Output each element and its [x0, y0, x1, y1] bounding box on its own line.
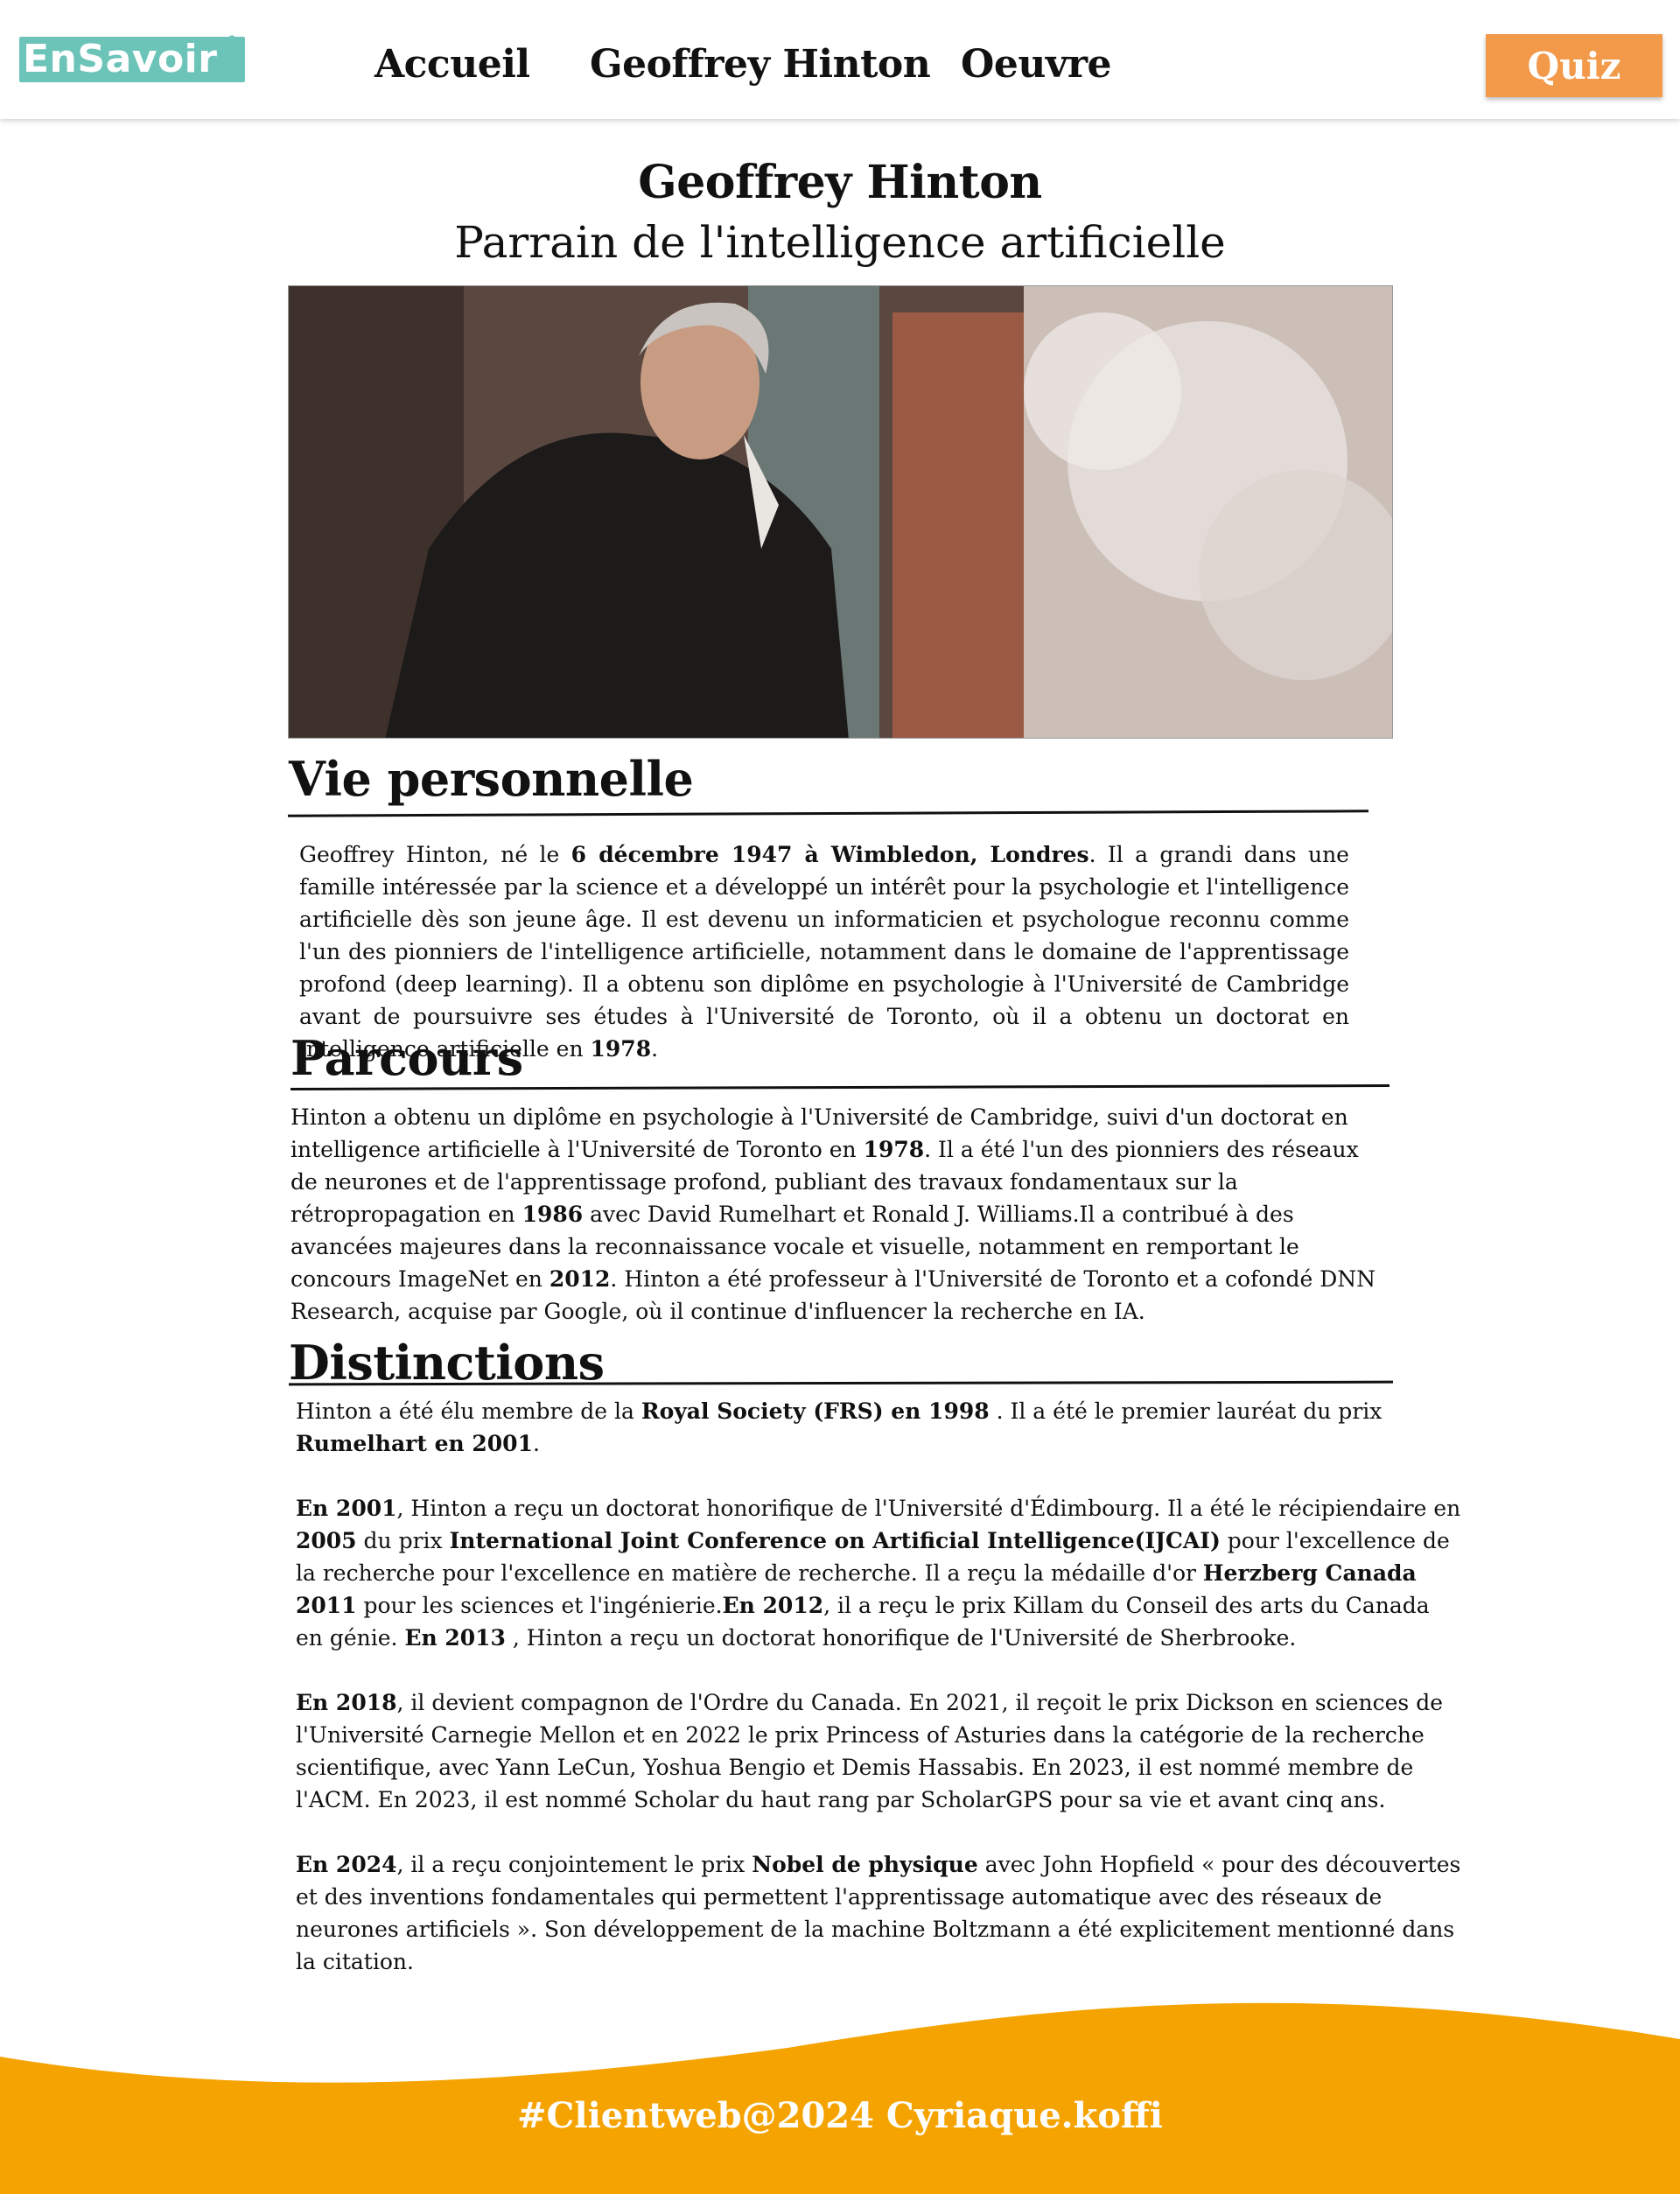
footer-credit: #Clientweb@2024 Cyriaque.koffi — [517, 2095, 1163, 2136]
nav-link-oeuvre[interactable]: Oeuvre — [961, 42, 1112, 87]
emphasized-text: International Joint Conference on Artifi… — [449, 1528, 1221, 1553]
page-subtitle: Parrain de l'intelligence artificielle — [454, 217, 1226, 268]
site-logo[interactable]: EnSavoir + — [19, 25, 248, 82]
logo-text: EnSavoir — [23, 37, 218, 81]
nav-link-accueil[interactable]: Accueil — [374, 42, 530, 87]
distinction-paragraph: En 2024, il a reçu conjointement le prix… — [296, 1848, 1463, 1978]
section-heading-vie-personnelle: Vie personnelle — [289, 751, 694, 807]
distinction-paragraph: En 2001, Hinton a reçu un doctorat honor… — [296, 1492, 1463, 1654]
parcours-text: Hinton a obtenu un diplôme en psychologi… — [290, 1101, 1390, 1328]
text-run: . — [532, 1431, 540, 1456]
text-run: . — [651, 1036, 659, 1062]
distinctions-text: Hinton a été élu membre de la Royal Soci… — [296, 1395, 1463, 2010]
section-divider — [287, 810, 1369, 817]
text-run: . Il a été le premier lauréat du prix — [989, 1398, 1382, 1424]
text-run: pour les sciences et l'ingénierie. — [356, 1593, 723, 1618]
emphasized-text: Nobel de physique — [752, 1852, 978, 1877]
section-heading-parcours: Parcours — [290, 1030, 523, 1086]
emphasized-text: En 2012 — [722, 1593, 824, 1618]
emphasized-text: En 2013 — [404, 1625, 506, 1651]
emphasized-text: 2012 — [549, 1266, 611, 1292]
emphasized-text: 1978 — [590, 1036, 652, 1062]
text-run: Geoffrey Hinton, né le — [299, 842, 571, 867]
logo-plus-icon: + — [215, 25, 248, 69]
distinction-paragraph: Hinton a été élu membre de la Royal Soci… — [296, 1395, 1463, 1460]
text-run: , Hinton a reçu un doctorat honorifique … — [505, 1625, 1297, 1651]
text-run: du prix — [356, 1528, 450, 1553]
nav-link-geoffrey-hinton[interactable]: Geoffrey Hinton — [590, 42, 931, 87]
distinction-paragraph: En 2018, il devient compagnon de l'Ordre… — [296, 1686, 1463, 1816]
emphasized-text: Royal Society (FRS) en 1998 — [640, 1398, 990, 1424]
emphasized-text: En 2024 — [296, 1852, 397, 1877]
emphasized-text: 2005 — [296, 1528, 357, 1553]
emphasized-text: En 2001 — [296, 1496, 397, 1521]
footer-wave — [0, 2002, 1680, 2194]
text-run: , il devient compagnon de l'Ordre du Can… — [296, 1690, 1443, 1812]
emphasized-text: Rumelhart en 2001 — [296, 1431, 533, 1456]
page-title: Geoffrey Hinton — [638, 156, 1042, 209]
emphasized-text: 1986 — [522, 1202, 584, 1227]
text-run: . Il a grandi dans une famille intéressé… — [299, 842, 1349, 1062]
emphasized-text: En 2018 — [296, 1690, 397, 1715]
top-navigation-bar: EnSavoir + Accueil Geoffrey Hinton Oeuvr… — [0, 0, 1680, 119]
portrait-photo — [288, 285, 1393, 739]
quiz-button[interactable]: Quiz — [1486, 34, 1662, 97]
text-run: Hinton a été élu membre de la — [296, 1398, 641, 1424]
emphasized-text: 6 décembre 1947 à Wimbledon, Londres — [570, 842, 1089, 867]
text-run: , il a reçu conjointement le prix — [396, 1852, 752, 1877]
text-run: , Hinton a reçu un doctorat honorifique … — [396, 1496, 1461, 1521]
emphasized-text: 1978 — [863, 1137, 925, 1162]
